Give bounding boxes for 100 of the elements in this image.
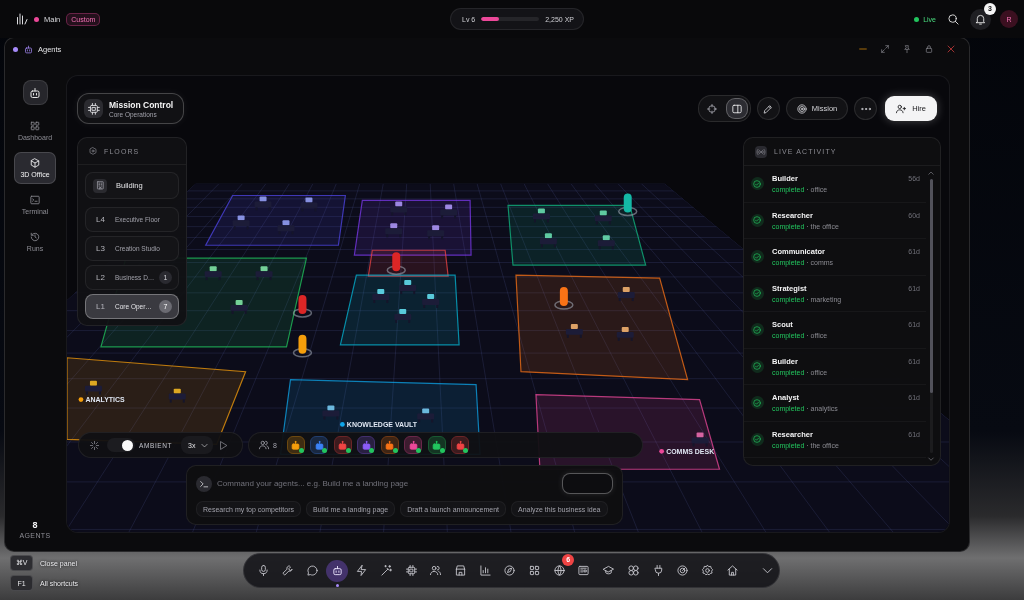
check-circle-icon [751, 323, 764, 337]
active-indicator-icon [335, 583, 339, 587]
edit-button[interactable] [756, 97, 780, 120]
wrench-icon [282, 565, 294, 576]
effects-button[interactable] [87, 438, 101, 452]
agent-figure[interactable] [292, 334, 313, 358]
agent-chip[interactable] [357, 436, 376, 454]
minus-icon [859, 45, 867, 53]
check-circle-icon [751, 359, 764, 373]
desk [565, 323, 583, 338]
desk [532, 208, 550, 223]
hexagon-icon [89, 147, 97, 155]
desk [691, 432, 709, 447]
side-panel-icon [731, 103, 742, 114]
desk [399, 280, 417, 295]
desk [427, 225, 445, 240]
desk [597, 235, 615, 250]
scrollbar-thumb[interactable] [929, 179, 933, 393]
view-toggle-button[interactable] [725, 98, 748, 119]
house-icon [726, 565, 738, 576]
check-circle-icon [751, 177, 764, 191]
terminal-icon [196, 475, 212, 492]
chip-icon [405, 565, 417, 576]
desk [417, 408, 435, 423]
send-button[interactable] [562, 473, 613, 494]
desk [440, 204, 458, 219]
desk [594, 210, 612, 225]
compass-icon [504, 565, 516, 576]
agent-chip[interactable] [427, 436, 446, 454]
desk [254, 196, 272, 211]
agent-chip[interactable] [404, 436, 423, 454]
play-icon [219, 440, 228, 450]
cube-icon [30, 158, 40, 168]
chevron-up-icon[interactable] [928, 170, 934, 176]
building-icon [93, 178, 107, 193]
desk [616, 326, 634, 341]
robot-icon [331, 565, 343, 576]
agent-chip[interactable] [286, 436, 305, 454]
clover-icon [627, 565, 639, 576]
grid-icon [30, 121, 40, 131]
pencil-icon [763, 103, 774, 114]
terminal-icon [30, 195, 40, 205]
more-button[interactable] [854, 97, 878, 120]
newspaper-icon [578, 565, 590, 576]
desk [394, 309, 412, 323]
scrollbar-track[interactable] [929, 179, 933, 453]
sparkle-icon [89, 440, 99, 450]
users-icon [430, 565, 442, 576]
agent-figure[interactable] [618, 193, 638, 217]
desk [617, 287, 635, 301]
agent-figure[interactable] [554, 287, 574, 310]
chip-icon [84, 99, 103, 118]
broadcast-icon [755, 145, 767, 158]
check-circle-icon [751, 250, 764, 264]
chat-bubble-icon [306, 565, 318, 576]
lock-icon [925, 45, 933, 53]
agent-count: 8 [32, 520, 38, 530]
maximize-button[interactable] [878, 42, 892, 56]
desk [322, 405, 340, 420]
gauge-icon [677, 565, 689, 576]
users-icon [259, 440, 269, 450]
desk [255, 266, 273, 281]
logo-icon [16, 13, 28, 25]
desk [390, 201, 408, 216]
user-plus-icon [896, 103, 907, 114]
command-input[interactable]: Command your agents... e.g. Build me a landing page [217, 474, 556, 493]
history-icon [30, 232, 40, 242]
check-circle-icon [751, 396, 764, 410]
notifications-button[interactable] [970, 8, 991, 30]
lightning-icon [356, 565, 368, 576]
grid-icon [529, 565, 541, 576]
robot-icon [29, 86, 41, 99]
agent-chip[interactable] [333, 436, 352, 454]
ambient-toggle[interactable] [107, 438, 135, 452]
desk [277, 220, 295, 235]
microphone-icon [257, 565, 269, 576]
check-circle-icon [751, 432, 764, 446]
desk [204, 266, 222, 281]
agent-figure[interactable] [292, 295, 313, 318]
storefront-icon [455, 565, 466, 576]
workspace-dot-icon [34, 16, 39, 22]
globe-icon [553, 565, 565, 576]
desk [300, 197, 318, 212]
agent-chip[interactable] [310, 436, 329, 454]
target-icon [796, 103, 807, 114]
desk [385, 223, 403, 238]
desk [372, 289, 390, 303]
chevron-down-icon [762, 565, 774, 576]
plug-icon [652, 565, 664, 576]
robot-icon [24, 44, 33, 54]
desk [230, 300, 248, 314]
desk [84, 380, 102, 395]
desk [539, 233, 557, 248]
agent-chip[interactable] [380, 436, 399, 454]
agent-chip[interactable] [451, 436, 470, 454]
dock-item[interactable] [326, 559, 349, 582]
agents-app-button[interactable] [22, 80, 48, 105]
desk [232, 215, 250, 230]
pin-icon [903, 45, 911, 53]
bell-icon [975, 13, 986, 25]
